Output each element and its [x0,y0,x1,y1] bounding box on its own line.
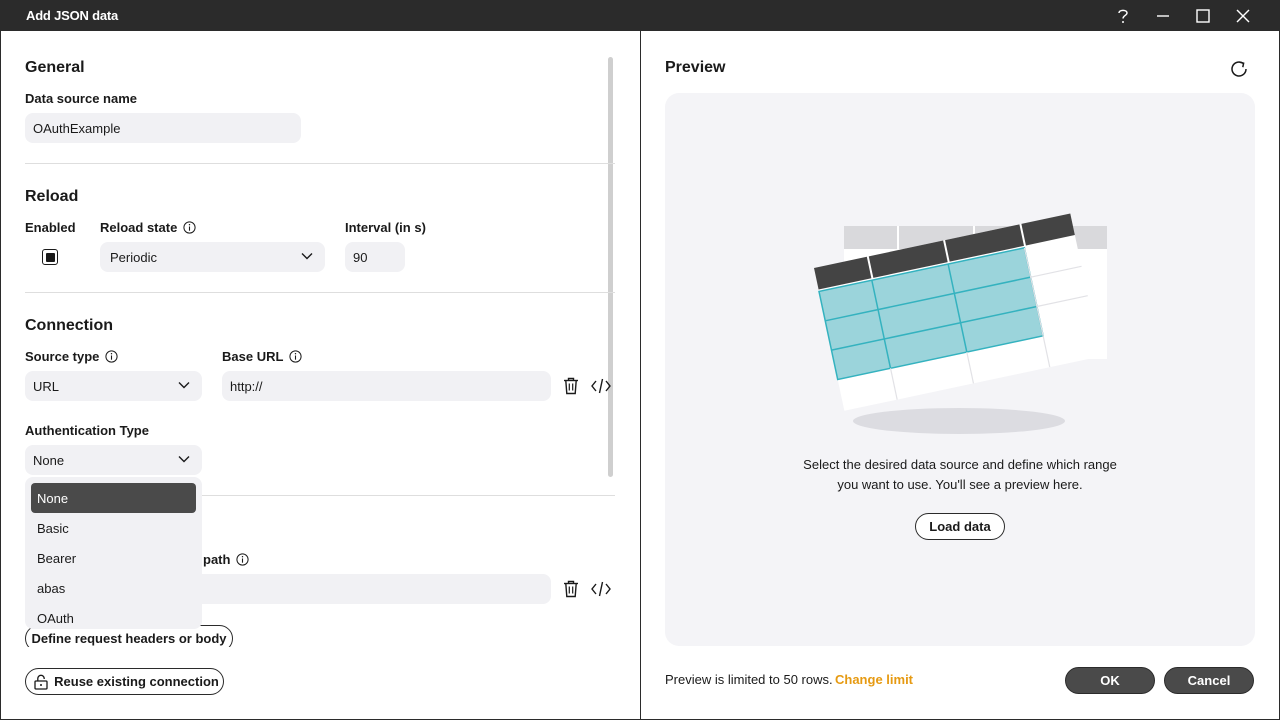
auth-option-abas[interactable]: abas [31,573,196,603]
change-limit-link[interactable]: Change limit [835,672,913,687]
delete-base-url-button[interactable] [560,375,582,397]
general-heading: General [25,59,85,76]
lock-icon [34,674,48,690]
base-url-label: Base URL [222,349,303,364]
interval-label: Interval (in s) [345,220,426,235]
section-divider [25,163,615,164]
settings-panel: General Data source name OAuthExample Re… [0,31,640,720]
reload-state-select[interactable]: Periodic [100,242,325,272]
refresh-icon [1231,61,1247,77]
help-button[interactable] [1103,0,1143,31]
source-type-label: Source type [25,349,119,364]
chevron-down-icon [178,382,190,389]
base-url-input[interactable]: http:// [222,371,551,401]
close-button[interactable] [1223,0,1263,31]
preview-panel: Preview Select the desired data source a… [641,31,1280,720]
datasource-name-input[interactable]: OAuthExample [25,113,301,143]
delete-path-button[interactable] [560,578,582,600]
trash-icon [564,580,578,598]
connection-heading: Connection [25,317,113,334]
preview-hint-line1: Select the desired data source and defin… [803,457,1117,472]
preview-area: Select the desired data source and defin… [665,93,1255,646]
auth-type-dropdown: None Basic Bearer abas OAuth [25,477,202,629]
info-icon[interactable] [105,350,119,363]
refresh-button[interactable] [1228,58,1250,80]
auth-type-select[interactable]: None [25,445,202,475]
preview-heading: Preview [665,59,726,76]
code-editor-button[interactable] [590,375,612,397]
preview-limit-text: Preview is limited to 50 rows. [665,672,833,687]
chevron-down-icon [178,456,190,463]
checkbox-mark [45,252,55,262]
chevron-down-icon [301,253,313,260]
cancel-button[interactable]: Cancel [1164,667,1254,694]
auth-option-none[interactable]: None [31,483,196,513]
info-icon[interactable] [236,553,250,566]
interval-input[interactable]: 90 [345,242,405,272]
code-icon [591,378,611,394]
section-divider [25,292,615,293]
reload-state-label: Reload state [100,220,196,235]
auth-option-basic[interactable]: Basic [31,513,196,543]
source-type-select[interactable]: URL [25,371,202,401]
info-icon[interactable] [289,350,303,363]
title-bar: Add JSON data [0,0,1280,31]
auth-option-oauth[interactable]: OAuth [31,603,196,633]
settings-scrollbar[interactable] [608,57,613,477]
code-icon [591,581,611,597]
auth-type-label: Authentication Type [25,423,149,438]
enabled-label: Enabled [25,220,76,235]
ok-button[interactable]: OK [1065,667,1155,694]
reuse-connection-button[interactable]: Reuse existing connection [25,668,224,695]
minimize-icon [1157,14,1169,17]
trash-icon [564,377,578,395]
minimize-button[interactable] [1143,0,1183,31]
help-icon [1118,9,1128,23]
datasource-label: Data source name [25,91,137,106]
preview-hint-line2: you want to use. You'll see a preview he… [837,477,1083,492]
reload-heading: Reload [25,188,79,205]
maximize-icon [1196,8,1210,23]
path-code-editor-button[interactable] [590,578,612,600]
close-icon [1236,9,1250,22]
path-label: path [203,552,250,567]
window-title: Add JSON data [26,8,119,23]
load-data-button[interactable]: Load data [915,513,1005,540]
auth-option-bearer[interactable]: Bearer [31,543,196,573]
maximize-button[interactable] [1183,0,1223,31]
enabled-checkbox[interactable] [42,249,58,265]
table-illustration [814,213,1107,434]
info-icon[interactable] [183,221,196,234]
path-input[interactable] [180,574,551,604]
